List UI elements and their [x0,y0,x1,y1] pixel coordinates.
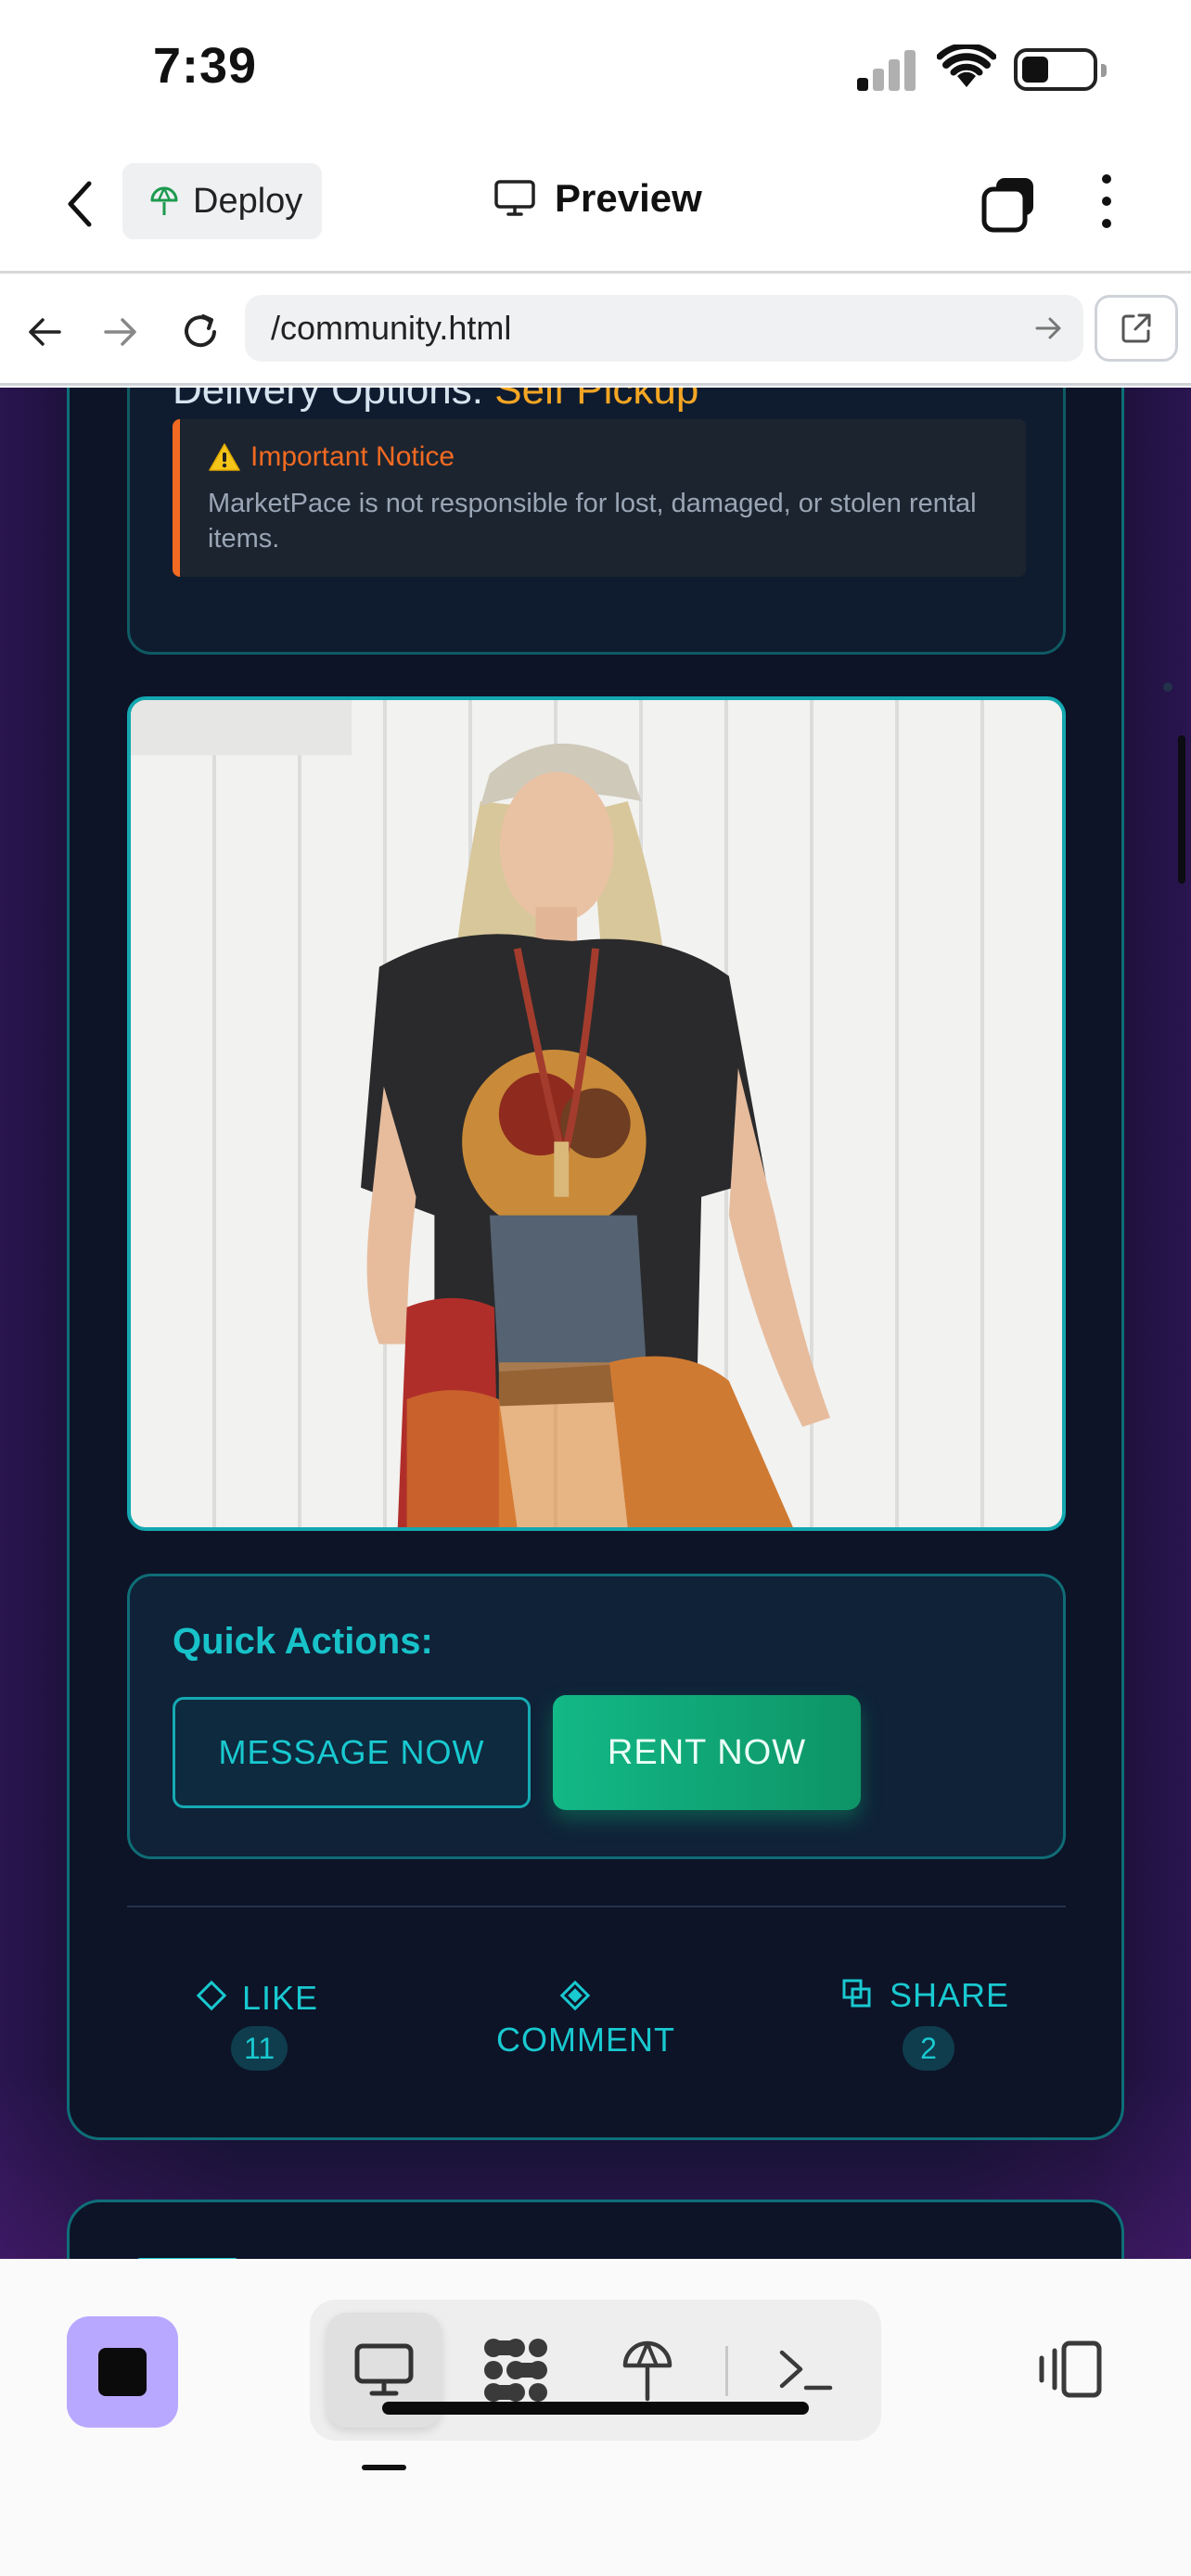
extensions-icon [484,2339,547,2402]
arrow-left-icon [29,318,61,346]
scrollbar-thumb[interactable] [1178,735,1185,884]
delivery-label: Delivery Options: [173,388,484,413]
message-now-button[interactable]: MESSAGE NOW [173,1697,531,1808]
deploy-button[interactable]: Deploy [122,163,322,239]
deploy-icon [622,2340,672,2402]
preview-label: Preview [555,176,702,220]
reload-icon [185,314,216,348]
stop-icon [98,2348,147,2396]
url-text: /community.html [271,309,512,347]
external-link-icon [1121,313,1151,343]
wifi-icon [937,45,996,87]
web-viewport[interactable]: Delivery Options: Self Pickup Important … [0,388,1191,2259]
rent-now-button[interactable]: RENT NOW [553,1695,861,1810]
notice-heading: Important Notice [208,441,455,473]
delivery-options: Delivery Options: Self Pickup [173,388,698,414]
like-label: LIKE [242,1979,319,2017]
comment-diamond-icon[interactable] [557,1978,593,2013]
cellular-signal-icon [857,48,916,91]
rental-post-card: Delivery Options: Self Pickup Important … [67,388,1124,2140]
deploy-icon [150,186,178,215]
active-tool-indicator [362,2465,406,2470]
share-button[interactable]: SHARE [841,1976,1009,2015]
scroll-marker [1163,682,1172,692]
monitor-icon [494,180,535,216]
chevron-left-icon[interactable] [58,176,104,232]
notice-body: MarketPace is not responsible for lost, … [208,489,977,554]
like-count: 11 [231,2026,288,2071]
browser-reload-button[interactable] [173,304,228,360]
warning-icon [209,443,240,471]
arrow-right-icon [104,318,136,346]
listing-photo-figure [131,700,830,1527]
browser-back-button[interactable] [17,304,72,360]
share-label: SHARE [890,1976,1010,2014]
url-field[interactable]: /community.html [245,295,1083,362]
like-button[interactable]: LIKE [194,1978,318,2018]
open-external-button[interactable] [1095,295,1178,362]
post-divider [127,1906,1066,1907]
browser-toolbar: /community.html [0,276,1191,386]
monitor-icon [354,2343,414,2396]
status-bar: 7:39 [0,0,1191,139]
go-arrow-icon[interactable] [1033,308,1065,349]
like-diamond-icon [196,1980,227,2011]
status-time: 7:39 [153,38,258,94]
next-post-card [67,2200,1124,2259]
more-vertical-icon[interactable] [1093,174,1121,239]
deploy-label: Deploy [193,181,303,221]
app-header: Deploy Preview [0,139,1191,274]
stop-button[interactable] [67,2316,178,2428]
rental-details-box: Delivery Options: Self Pickup Important … [127,388,1066,655]
tool-switcher [310,2300,881,2441]
terminal-icon [779,2350,833,2391]
notice-title: Important Notice [250,441,455,472]
tabs-icon[interactable] [980,174,1039,234]
tool-separator [725,2346,728,2396]
browser-forward-button[interactable] [93,304,148,360]
share-count: 2 [903,2026,954,2071]
listing-photo[interactable] [127,696,1066,1531]
quick-actions-title: Quick Actions: [173,1621,433,1662]
device-layout-button[interactable] [1028,2327,1111,2411]
home-indicator [382,2402,809,2415]
preview-title: Preview [493,176,702,221]
quick-actions-panel: Quick Actions: MESSAGE NOW RENT NOW [127,1574,1066,1859]
device-layout-icon [1039,2340,1102,2398]
comment-button[interactable]: COMMENT [496,2021,675,2060]
important-notice: Important Notice MarketPace is not respo… [173,419,1026,577]
battery-icon [1014,48,1107,91]
bottom-toolbar [0,2259,1191,2576]
share-copy-icon [842,1979,871,2008]
delivery-value: Self Pickup [494,388,699,413]
